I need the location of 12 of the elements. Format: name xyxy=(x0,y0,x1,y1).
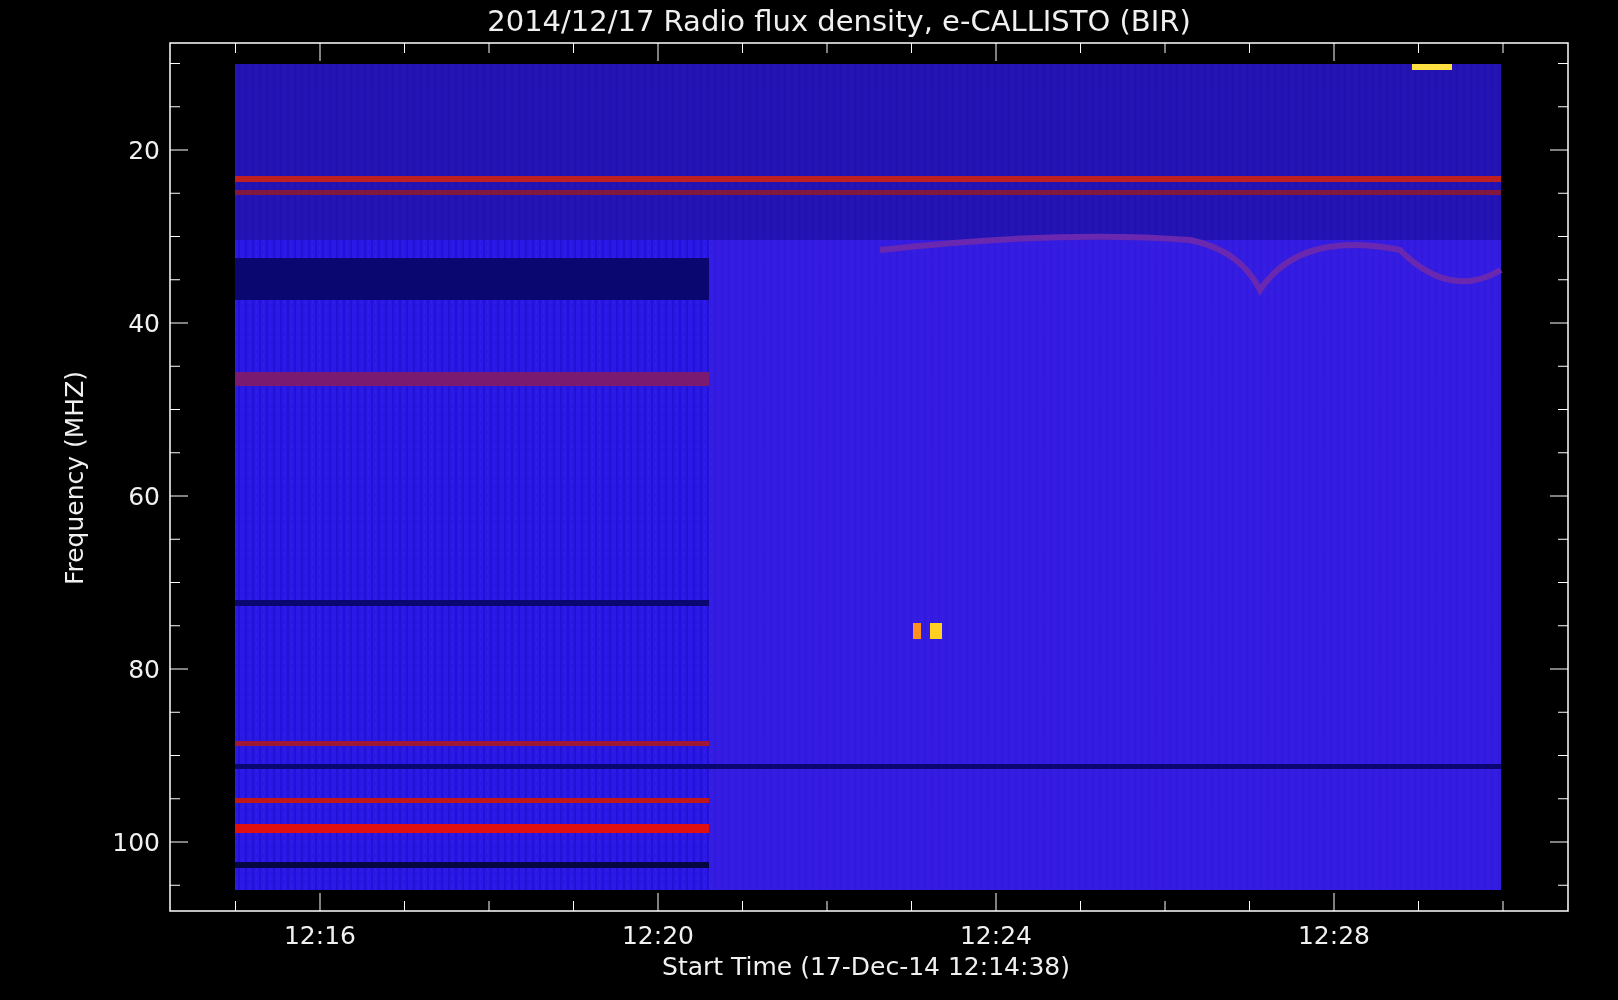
y-tick-label: 100 xyxy=(112,828,160,857)
y-tick-label: 80 xyxy=(128,655,160,684)
x-tick-label: 12:20 xyxy=(622,921,694,950)
y-tick-label: 20 xyxy=(128,136,160,165)
chart-title: 2014/12/17 Radio flux density, e-CALLISTO (BIR) xyxy=(487,4,1191,38)
x-tick-label: 12:28 xyxy=(1298,921,1370,950)
y-tick-label: 40 xyxy=(128,309,160,338)
y-tick-label: 60 xyxy=(128,482,160,511)
x-tick-label: 12:16 xyxy=(284,921,356,950)
x-tick-label: 12:24 xyxy=(960,921,1032,950)
x-axis-label: Start Time (17-Dec-14 12:14:38) xyxy=(662,952,1070,981)
y-axis-label: Frequency (MHZ) xyxy=(60,370,89,586)
